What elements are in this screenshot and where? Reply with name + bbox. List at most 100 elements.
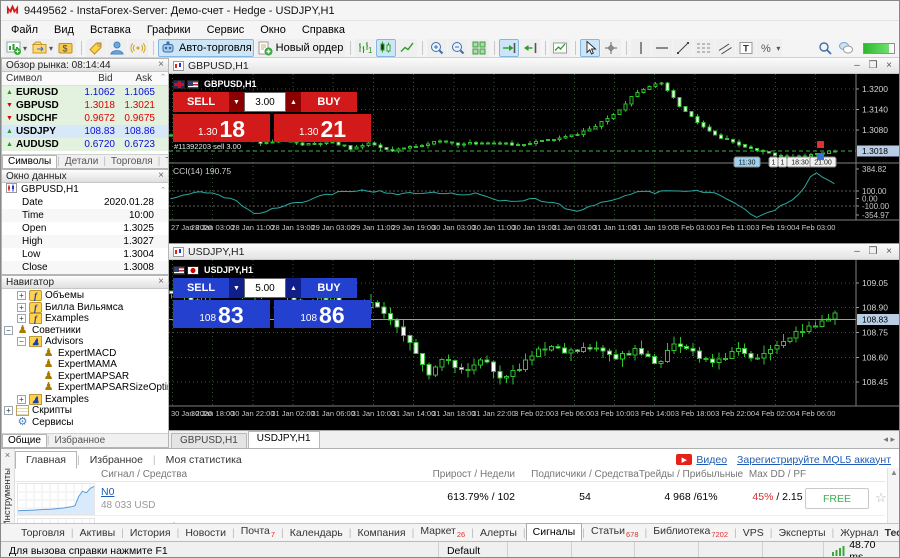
register-mql5-link[interactable]: Зарегистрируйте MQL5 аккаунт: [737, 454, 891, 466]
market-watch-row[interactable]: ▼USDCHF0.96720.9675: [2, 112, 168, 125]
bottom-tab-Алерты[interactable]: Алерты: [474, 525, 523, 541]
tree-expand-icon[interactable]: +: [17, 314, 26, 323]
column-symbol[interactable]: Символ: [2, 72, 77, 85]
close-icon[interactable]: ×: [158, 171, 164, 181]
close-icon[interactable]: ×: [881, 60, 897, 71]
close-icon[interactable]: ×: [5, 450, 10, 460]
volume-up-button[interactable]: ▲: [286, 278, 301, 298]
person-button[interactable]: [107, 39, 127, 57]
col-growth[interactable]: Прирост / Недели: [415, 469, 515, 480]
strategy-tester-label[interactable]: Тестер стратегий: [885, 527, 900, 539]
tree-expand-icon[interactable]: −: [4, 326, 13, 335]
chart-body[interactable]: 109.05108.90108.75108.60108.45108.8330 J…: [169, 260, 900, 430]
bottom-tab-Сигналы[interactable]: Сигналы: [526, 523, 583, 541]
crosshair-button[interactable]: [601, 39, 621, 57]
shapes-button[interactable]: %▾: [757, 39, 782, 57]
maximize-icon[interactable]: ❒: [865, 246, 881, 257]
zoom-out-button[interactable]: [448, 39, 468, 57]
sell-price[interactable]: 10883: [173, 300, 270, 328]
navigator-item-Советники[interactable]: −♟Советники: [2, 325, 168, 337]
toolbox-tab-Главная[interactable]: Главная: [15, 451, 77, 469]
bottom-tab-Новости[interactable]: Новости: [179, 525, 232, 541]
signal-button[interactable]: [128, 39, 148, 57]
bottom-tab-Календарь[interactable]: Календарь: [284, 525, 349, 541]
fibo-button[interactable]: [694, 39, 714, 57]
menu-item-Справка[interactable]: Справка: [294, 22, 353, 38]
col-subscribers[interactable]: Подписчики / Средства: [525, 469, 645, 480]
chat-icon[interactable]: [836, 39, 856, 57]
toolbox-tab-Избранное[interactable]: Избранное: [80, 452, 153, 468]
navigator-item-Examples[interactable]: +fExamples: [2, 313, 168, 325]
bottom-tab-Библиотека[interactable]: Библиотека7202: [647, 523, 734, 541]
bottom-tab-Компания[interactable]: Компания: [352, 525, 412, 541]
new-chart-button[interactable]: ▾: [4, 39, 29, 57]
status-profile[interactable]: Default: [439, 542, 508, 558]
tile-button[interactable]: [469, 39, 489, 57]
favorite-star-icon[interactable]: ☆: [875, 490, 887, 506]
sell-button[interactable]: SELL: [173, 278, 229, 298]
tab-scroll-arrows[interactable]: ◂ ▸: [883, 434, 895, 445]
scroll-up-icon[interactable]: ⌃: [156, 72, 168, 85]
scroll-up-icon[interactable]: ▲: [890, 468, 898, 477]
navigator-item-ExpertMAPSAR[interactable]: ♟ExpertMAPSAR: [2, 371, 168, 383]
navigator-item-Объемы[interactable]: +fОбъемы: [2, 290, 168, 302]
market-watch-tab-Детали[interactable]: Детали: [60, 156, 103, 167]
line-chart-button[interactable]: [397, 39, 417, 57]
new-order-button[interactable]: Новый ордер: [255, 39, 346, 57]
bottom-tab-Статьи[interactable]: Статьи678: [585, 523, 645, 541]
chart-title-bar[interactable]: GBPUSD,H1–❒×: [169, 58, 900, 74]
bottom-tab-История[interactable]: История: [124, 525, 177, 541]
chart-title-bar[interactable]: USDJPY,H1–❒×: [169, 244, 900, 260]
col-signal[interactable]: Сигнал / Средства: [101, 469, 187, 480]
channel-button[interactable]: [715, 39, 735, 57]
robot-button[interactable]: Авто-торговля: [158, 39, 254, 57]
volume-down-button[interactable]: ▼: [229, 92, 244, 112]
navigator-tab-Общие[interactable]: Общие: [2, 434, 47, 447]
close-icon[interactable]: ×: [158, 277, 164, 287]
tag-button[interactable]: [86, 39, 106, 57]
tree-expand-icon[interactable]: +: [17, 303, 26, 312]
volume-up-button[interactable]: ▲: [286, 92, 301, 112]
tree-expand-icon[interactable]: +: [17, 395, 26, 404]
zoom-in-button[interactable]: [427, 39, 447, 57]
navigator-tab-Избранное[interactable]: Избранное: [50, 435, 111, 446]
navigator-item-ExpertMACD[interactable]: ♟ExpertMACD: [2, 348, 168, 360]
tree-expand-icon[interactable]: +: [4, 406, 13, 415]
menu-item-Файл[interactable]: Файл: [3, 22, 46, 38]
navigator-item-Сервисы[interactable]: ⚙Сервисы: [2, 417, 168, 429]
market-watch-tab-Торговля[interactable]: Торговля: [106, 156, 158, 167]
column-ask[interactable]: Ask: [117, 72, 157, 85]
tree-expand-icon[interactable]: −: [17, 337, 26, 346]
market-watch-row[interactable]: ▲EURUSD1.10621.1065: [2, 86, 168, 99]
sell-price[interactable]: 1.3018: [173, 114, 270, 142]
signal-row[interactable]: N048 033 USD613.79% / 102544 968 /61%45%…: [15, 482, 885, 516]
free-button[interactable]: FREE: [805, 488, 869, 509]
profiles-button[interactable]: ▾: [30, 39, 55, 57]
market-watch-row[interactable]: ▲USDJPY108.83108.86: [2, 125, 168, 138]
bottom-tab-VPS[interactable]: VPS: [737, 525, 770, 541]
menu-item-Графики[interactable]: Графики: [139, 22, 199, 38]
bottom-tab-Торговля[interactable]: Торговля: [15, 525, 71, 541]
status-latency[interactable]: 48.70 ms: [824, 542, 900, 558]
search-icon[interactable]: [815, 39, 835, 57]
navigator-item-Advisors[interactable]: −♟Advisors: [2, 336, 168, 348]
navigator-item-ExpertMAPSARSizeOptim[interactable]: ♟ExpertMAPSARSizeOptim: [2, 382, 168, 394]
tline-button[interactable]: [673, 39, 693, 57]
minimize-icon[interactable]: –: [849, 60, 865, 71]
navigator-item-ExpertMAMA[interactable]: ♟ExpertMAMA: [2, 359, 168, 371]
market-watch-tab-Символы[interactable]: Символы: [2, 155, 57, 168]
menu-item-Окно[interactable]: Окно: [252, 22, 294, 38]
scroll-up-icon[interactable]: ⌃: [160, 186, 168, 194]
chart-tab-GBPUSD,H1[interactable]: GBPUSD,H1: [171, 433, 247, 448]
menu-item-Вид[interactable]: Вид: [46, 22, 82, 38]
market-watch-row[interactable]: ▲AUDUSD0.67200.6723: [2, 138, 168, 151]
bottom-tab-Журнал[interactable]: Журнал: [834, 525, 884, 541]
toolbox-tab-Моя статистика[interactable]: Моя статистика: [156, 452, 252, 468]
buy-price[interactable]: 1.3021: [274, 114, 371, 142]
vline-button[interactable]: [631, 39, 651, 57]
volume-input[interactable]: 3.00: [244, 92, 286, 112]
buy-price[interactable]: 10886: [274, 300, 371, 328]
video-link[interactable]: Видео: [696, 454, 727, 466]
close-icon[interactable]: ×: [158, 60, 164, 70]
bars-button[interactable]: 1: [355, 39, 375, 57]
